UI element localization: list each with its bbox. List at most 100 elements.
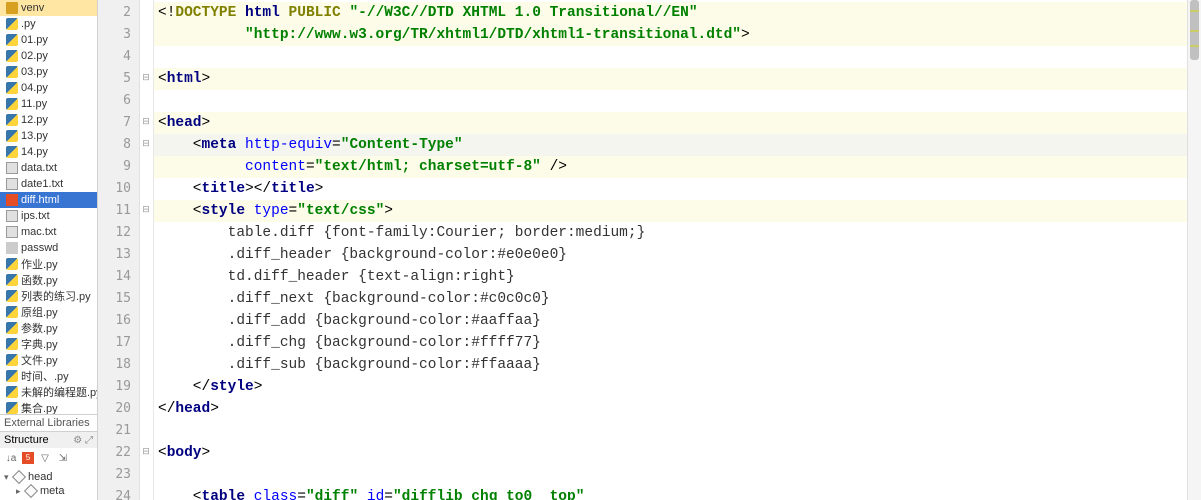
file-时间、.py[interactable]: 时间、.py — [0, 368, 97, 384]
line-number[interactable]: 23 — [98, 464, 139, 486]
line-number[interactable]: 6 — [98, 90, 139, 112]
line-number[interactable]: 2 — [98, 2, 139, 24]
file-未解的编程题.py[interactable]: 未解的编程题.py — [0, 384, 97, 400]
code-line-20[interactable]: </head> — [154, 398, 1187, 420]
filter-icon[interactable]: ▽ — [38, 451, 52, 465]
code-line-13[interactable]: .diff_header {background-color:#e0e0e0} — [154, 244, 1187, 266]
file-参数.py[interactable]: 参数.py — [0, 320, 97, 336]
line-number[interactable]: 17 — [98, 332, 139, 354]
code-line-2[interactable]: <!DOCTYPE html PUBLIC "-//W3C//DTD XHTML… — [154, 2, 1187, 24]
fold-icon[interactable]: ⊟ — [141, 116, 151, 126]
fold-icon[interactable]: ⊟ — [141, 138, 151, 148]
file-data.txt[interactable]: data.txt — [0, 160, 97, 176]
line-number[interactable]: 11 — [98, 200, 139, 222]
file-列表的练习.py[interactable]: 列表的练习.py — [0, 288, 97, 304]
html5-icon[interactable]: 5 — [22, 452, 34, 464]
structure-settings-icon[interactable]: ⚙ ⤢ — [73, 435, 93, 446]
structure-tree[interactable]: ▾head▸meta — [0, 468, 97, 500]
line-number[interactable]: 19 — [98, 376, 139, 398]
code-line-21[interactable] — [154, 420, 1187, 442]
line-number[interactable]: 18 — [98, 354, 139, 376]
code-line-17[interactable]: .diff_chg {background-color:#ffff77} — [154, 332, 1187, 354]
code-editor[interactable]: <!DOCTYPE html PUBLIC "-//W3C//DTD XHTML… — [154, 0, 1187, 500]
file-集合.py[interactable]: 集合.py — [0, 400, 97, 414]
code-line-8[interactable]: <meta http-equiv="Content-Type" — [154, 134, 1187, 156]
line-number[interactable]: 21 — [98, 420, 139, 442]
code-line-15[interactable]: .diff_next {background-color:#c0c0c0} — [154, 288, 1187, 310]
code-line-11[interactable]: <style type="text/css"> — [154, 200, 1187, 222]
file-date1.txt[interactable]: date1.txt — [0, 176, 97, 192]
file-label: 02.py — [21, 50, 48, 62]
line-number[interactable]: 8 — [98, 134, 139, 156]
file-文件.py[interactable]: 文件.py — [0, 352, 97, 368]
code-line-12[interactable]: table.diff {font-family:Courier; border:… — [154, 222, 1187, 244]
code-line-9[interactable]: content="text/html; charset=utf-8" /> — [154, 156, 1187, 178]
line-number[interactable]: 5 — [98, 68, 139, 90]
py-icon — [6, 386, 18, 398]
code-line-16[interactable]: .diff_add {background-color:#aaffaa} — [154, 310, 1187, 332]
file-12.py[interactable]: 12.py — [0, 112, 97, 128]
file-原组.py[interactable]: 原组.py — [0, 304, 97, 320]
structure-node-head[interactable]: ▾head — [4, 470, 93, 484]
sort-icon[interactable]: ↓a — [4, 451, 18, 465]
file-.py[interactable]: .py — [0, 16, 97, 32]
structure-node-meta[interactable]: ▸meta — [4, 484, 93, 498]
code-line-19[interactable]: </style> — [154, 376, 1187, 398]
file-04.py[interactable]: 04.py — [0, 80, 97, 96]
file-11.py[interactable]: 11.py — [0, 96, 97, 112]
code-line-3[interactable]: "http://www.w3.org/TR/xhtml1/DTD/xhtml1-… — [154, 24, 1187, 46]
line-number[interactable]: 15 — [98, 288, 139, 310]
file-label: 01.py — [21, 34, 48, 46]
file-03.py[interactable]: 03.py — [0, 64, 97, 80]
fold-icon[interactable]: ⊟ — [141, 446, 151, 456]
line-number[interactable]: 22 — [98, 442, 139, 464]
fold-gutter[interactable]: ⊟ ⊟ ⊟ ⊟ ⊟ — [140, 0, 154, 500]
code-line-5[interactable]: <html> — [154, 68, 1187, 90]
file-label: 参数.py — [21, 320, 58, 336]
code-line-18[interactable]: .diff_sub {background-color:#ffaaaa} — [154, 354, 1187, 376]
file-02.py[interactable]: 02.py — [0, 48, 97, 64]
line-number[interactable]: 14 — [98, 266, 139, 288]
file-label: mac.txt — [21, 226, 56, 238]
line-number[interactable]: 16 — [98, 310, 139, 332]
file-label: 12.py — [21, 114, 48, 126]
code-line-14[interactable]: td.diff_header {text-align:right} — [154, 266, 1187, 288]
code-line-10[interactable]: <title></title> — [154, 178, 1187, 200]
line-number[interactable]: 24 — [98, 486, 139, 500]
file-tree[interactable]: venv.py 01.py 02.py 03.py04.py11.py 12.py 13.… — [0, 0, 97, 414]
external-libraries[interactable]: External Libraries — [0, 414, 97, 431]
file-mac.txt[interactable]: mac.txt — [0, 224, 97, 240]
vertical-scrollbar[interactable] — [1187, 0, 1201, 500]
file-ips.txt[interactable]: ips.txt — [0, 208, 97, 224]
expand-icon[interactable]: ⇲ — [56, 451, 70, 465]
file-作业.py[interactable]: 作业.py — [0, 256, 97, 272]
file-14.py[interactable]: 14.py — [0, 144, 97, 160]
structure-header[interactable]: Structure ⚙ ⤢ — [0, 432, 97, 448]
line-number[interactable]: 12 — [98, 222, 139, 244]
file-13.py[interactable]: 13.py — [0, 128, 97, 144]
line-number[interactable]: 20 — [98, 398, 139, 420]
file-字典.py[interactable]: 字典.py — [0, 336, 97, 352]
file-函数.py[interactable]: 函数.py — [0, 272, 97, 288]
line-number[interactable]: 10 — [98, 178, 139, 200]
code-line-6[interactable] — [154, 90, 1187, 112]
line-number[interactable]: 3 — [98, 24, 139, 46]
line-number[interactable]: 7 — [98, 112, 139, 134]
line-number[interactable]: 9 — [98, 156, 139, 178]
line-number[interactable]: 13 — [98, 244, 139, 266]
code-line-22[interactable]: <body> — [154, 442, 1187, 464]
code-line-7[interactable]: <head> — [154, 112, 1187, 134]
file-diff.html[interactable]: diff.html — [0, 192, 97, 208]
fold-icon[interactable]: ⊟ — [141, 204, 151, 214]
marker — [1190, 10, 1199, 12]
code-line-24[interactable]: <table class="diff" id="difflib_chg_to0_… — [154, 486, 1187, 500]
file-passwd[interactable]: passwd — [0, 240, 97, 256]
code-line-4[interactable] — [154, 46, 1187, 68]
code-line-23[interactable] — [154, 464, 1187, 486]
py-icon — [6, 322, 18, 334]
line-gutter[interactable]: 23456789101112131415161718192021222324 — [98, 0, 140, 500]
line-number[interactable]: 4 — [98, 46, 139, 68]
file-venv[interactable]: venv — [0, 0, 97, 16]
fold-icon[interactable]: ⊟ — [141, 72, 151, 82]
file-01.py[interactable]: 01.py — [0, 32, 97, 48]
